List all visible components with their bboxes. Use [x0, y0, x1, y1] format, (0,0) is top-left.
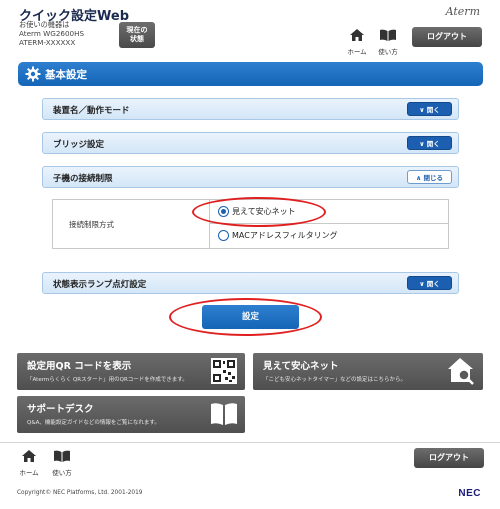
accordion-bridge-toggle-label: 開く: [426, 140, 440, 148]
accordion-lamp-setting-toggle[interactable]: ∨ 開く: [407, 276, 452, 290]
current-status-line2: 状態: [130, 35, 144, 43]
header: クイック設定Web お使いの機器は Aterm WG2600HS ATERM-X…: [0, 0, 500, 56]
accordion-lamp-setting-toggle-label: 開く: [426, 280, 440, 288]
accordion-connection-limit-toggle-label: 閉じる: [423, 174, 444, 182]
option-mieru-anshin[interactable]: 見えて安心ネット: [210, 200, 448, 224]
tile-mieru-anshin-desc: 「こども安心ネットタイマー」などの設定はこちらから。: [263, 377, 407, 383]
copyright-text: Copyright© NEC Platforms, Ltd. 2001-2019: [17, 490, 143, 496]
help-nav-label: 使い方: [378, 48, 398, 56]
tile-support-desk-title: サポートデスク: [27, 404, 94, 415]
home-icon: [22, 450, 36, 462]
current-status-button[interactable]: 現在の 状態: [119, 22, 155, 48]
tile-mieru-anshin-title: 見えて安心ネット: [263, 361, 339, 372]
section-title: 基本設定: [45, 69, 87, 81]
accordion-lamp-setting-label: 状態表示ランプ点灯設定: [53, 280, 147, 290]
accordion-device-mode-toggle[interactable]: ∨ 開く: [407, 102, 452, 116]
accordion-device-mode[interactable]: 装置名／動作モード ∨ 開く: [42, 98, 459, 120]
footer-logout-button[interactable]: ログアウト: [414, 448, 484, 468]
tile-qr-code[interactable]: 設定用QR コードを表示 「Atermらくらく QRスタート」用のQRコードを作…: [17, 353, 245, 390]
device-info-model: Aterm WG2600HS: [19, 29, 85, 38]
tile-qr-code-desc: 「Atermらくらく QRスタート」用のQRコードを作成できます。: [27, 377, 188, 383]
book-icon: [211, 403, 237, 425]
apply-button[interactable]: 設定: [202, 305, 299, 329]
section-title-bar: 基本設定: [18, 62, 483, 86]
settings-panel: 装置名／動作モード ∨ 開く ブリッジ設定 ∨ 開く 子機の接続制限 ∧ 閉じる…: [42, 92, 459, 335]
nec-logo: NEC: [458, 488, 481, 499]
home-nav-label: ホーム: [347, 48, 367, 56]
footer-help-button[interactable]: 使い方: [47, 447, 77, 477]
device-info-name: ATERM-XXXXXX: [19, 38, 76, 47]
restriction-method-cell: 接続制限方式: [53, 200, 210, 248]
accordion-connection-limit-toggle[interactable]: ∧ 閉じる: [407, 170, 452, 184]
accordion-connection-limit[interactable]: 子機の接続制限 ∧ 閉じる: [42, 166, 459, 188]
option-mac-filter[interactable]: MACアドレスフィルタリング: [210, 224, 448, 248]
option-mieru-anshin-label: 見えて安心ネット: [232, 207, 296, 216]
gear-icon: [25, 66, 41, 82]
accordion-connection-limit-label: 子機の接続制限: [53, 174, 113, 184]
accordion-bridge[interactable]: ブリッジ設定 ∨ 開く: [42, 132, 459, 154]
tile-qr-code-title: 設定用QR コードを表示: [27, 361, 132, 372]
accordion-device-mode-label: 装置名／動作モード: [53, 106, 130, 116]
book-icon: [54, 450, 70, 462]
home-icon: [350, 29, 364, 41]
footer-home-label: ホーム: [19, 469, 39, 477]
tile-support-desk-desc: Q&A、機能設定ガイドなどの情報をご覧になれます。: [27, 420, 160, 426]
device-info-line: お使いの機器は: [19, 20, 70, 29]
accordion-lamp-setting[interactable]: 状態表示ランプ点灯設定 ∨ 開く: [42, 272, 459, 294]
option-mac-filter-label: MACアドレスフィルタリング: [232, 231, 338, 240]
footer-home-button[interactable]: ホーム: [14, 447, 44, 477]
current-status-line1: 現在の: [126, 26, 148, 34]
accordion-bridge-label: ブリッジ設定: [53, 140, 105, 150]
home-search-icon: [448, 358, 474, 385]
accordion-device-mode-toggle-label: 開く: [426, 106, 440, 114]
radio-mieru-anshin[interactable]: [218, 206, 229, 217]
tile-mieru-anshin[interactable]: 見えて安心ネット 「こども安心ネットタイマー」などの設定はこちらから。: [253, 353, 483, 390]
home-nav-button[interactable]: ホーム: [342, 26, 372, 56]
qr-code-icon: [211, 358, 237, 384]
book-icon: [380, 29, 396, 41]
connection-restriction-table: 接続制限方式 見えて安心ネット MACアドレスフィルタリング: [52, 199, 449, 249]
radio-mac-filter[interactable]: [218, 230, 229, 241]
aterm-logo: Aterm: [445, 5, 480, 18]
logout-button[interactable]: ログアウト: [412, 27, 482, 47]
help-nav-button[interactable]: 使い方: [373, 26, 403, 56]
restriction-method-label: 接続制限方式: [69, 220, 114, 229]
tile-support-desk[interactable]: サポートデスク Q&A、機能設定ガイドなどの情報をご覧になれます。: [17, 396, 245, 433]
footer-help-label: 使い方: [52, 469, 72, 477]
footer-separator: [0, 442, 500, 443]
accordion-bridge-toggle[interactable]: ∨ 開く: [407, 136, 452, 150]
device-info: お使いの機器は Aterm WG2600HS ATERM-XXXXXX: [19, 20, 84, 47]
